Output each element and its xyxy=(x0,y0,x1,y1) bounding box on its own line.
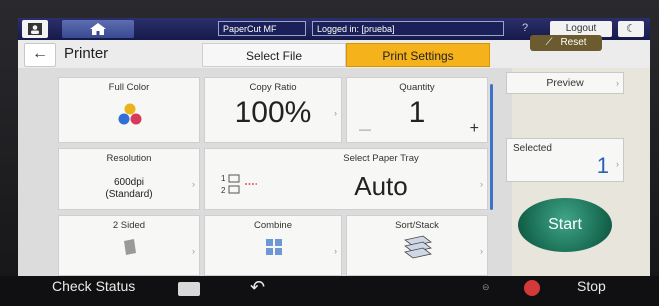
check-status-button[interactable]: Check Status xyxy=(52,278,135,294)
copy-ratio-tile[interactable]: Copy Ratio 100% › xyxy=(204,77,342,143)
resolution-value-line1: 600dpi xyxy=(113,177,145,188)
paper-tray-value: Auto xyxy=(354,171,408,201)
increment-button[interactable]: + xyxy=(470,120,479,138)
chevron-right-icon: › xyxy=(616,78,619,88)
full-color-label: Full Color xyxy=(108,82,150,93)
stop-button[interactable]: Stop xyxy=(577,278,606,294)
login-status: Logged in: [prueba] xyxy=(312,21,504,36)
start-button[interactable]: Start xyxy=(518,198,612,252)
sort-stack-icon xyxy=(404,235,432,259)
chevron-right-icon: › xyxy=(616,159,619,169)
combine-pages-icon xyxy=(266,239,282,255)
copy-ratio-label: Copy Ratio xyxy=(249,82,297,93)
tab-select-file[interactable]: Select File xyxy=(202,43,346,67)
preview-button[interactable]: Preview › xyxy=(506,72,624,94)
reset-label: Reset xyxy=(560,37,587,48)
chevron-right-icon: › xyxy=(334,108,337,118)
full-color-tile[interactable]: Full Color xyxy=(58,77,200,143)
selected-count: 1 xyxy=(596,153,609,178)
copy-ratio-value: 100% xyxy=(234,96,312,129)
scroll-indicator[interactable] xyxy=(490,84,493,210)
chevron-right-icon: › xyxy=(480,179,483,189)
stop-icon[interactable] xyxy=(524,280,540,296)
preview-label: Preview xyxy=(546,77,584,89)
color-dots-icon xyxy=(118,103,142,125)
reset-button[interactable]: ⟋ Reset xyxy=(530,35,602,51)
status-indicator-icon xyxy=(178,282,200,296)
combine-tile[interactable]: Combine › xyxy=(204,215,342,276)
selected-files-box[interactable]: Selected 1 › xyxy=(506,138,624,182)
energy-icon: ⊖ xyxy=(482,282,490,292)
chevron-right-icon: › xyxy=(480,246,483,256)
home-icon xyxy=(90,23,106,35)
paper-tray-icon: 1 2 xyxy=(221,174,257,195)
app-name-label: PaperCut MF xyxy=(218,21,306,36)
paper-tray-tile[interactable]: Select Paper Tray 1 2 Auto › xyxy=(204,148,488,210)
duplex-page-icon xyxy=(124,239,136,255)
back-arrow-icon: ← xyxy=(32,45,48,62)
user-button[interactable] xyxy=(22,20,48,38)
tab-print-settings[interactable]: Print Settings xyxy=(346,43,490,67)
sort-stack-label: Sort/Stack xyxy=(395,220,439,231)
paper-tray-label: Select Paper Tray xyxy=(343,153,419,164)
combine-label: Combine xyxy=(253,220,293,231)
sort-stack-tile[interactable]: Sort/Stack › xyxy=(346,215,488,276)
undo-back-icon[interactable]: ↶ xyxy=(250,277,265,298)
resolution-tile[interactable]: Resolution 600dpi (Standard) › xyxy=(58,148,200,210)
two-sided-label: 2 Sided xyxy=(112,220,146,231)
energy-saver-button[interactable]: ☾ xyxy=(618,21,644,37)
svg-text:1: 1 xyxy=(221,174,226,183)
svg-text:2: 2 xyxy=(221,186,226,195)
decrement-button[interactable]: — xyxy=(359,122,371,136)
user-icon xyxy=(28,23,42,35)
quantity-tile[interactable]: Quantity 1 — + xyxy=(346,77,488,143)
quantity-label: Quantity xyxy=(399,82,435,93)
resolution-value-line2: (Standard) xyxy=(105,189,153,200)
two-sided-tile[interactable]: 2 Sided › xyxy=(58,215,200,276)
reset-icon: ⟋ xyxy=(545,37,553,48)
resolution-label: Resolution xyxy=(106,153,152,164)
home-button[interactable] xyxy=(62,20,134,38)
selected-label: Selected xyxy=(513,143,552,154)
chevron-right-icon: › xyxy=(192,179,195,189)
back-button[interactable]: ← xyxy=(24,43,56,67)
chevron-right-icon: › xyxy=(334,246,337,256)
chevron-right-icon: › xyxy=(192,246,195,256)
help-icon[interactable]: ? xyxy=(518,21,532,35)
page-title: Printer xyxy=(64,45,109,62)
